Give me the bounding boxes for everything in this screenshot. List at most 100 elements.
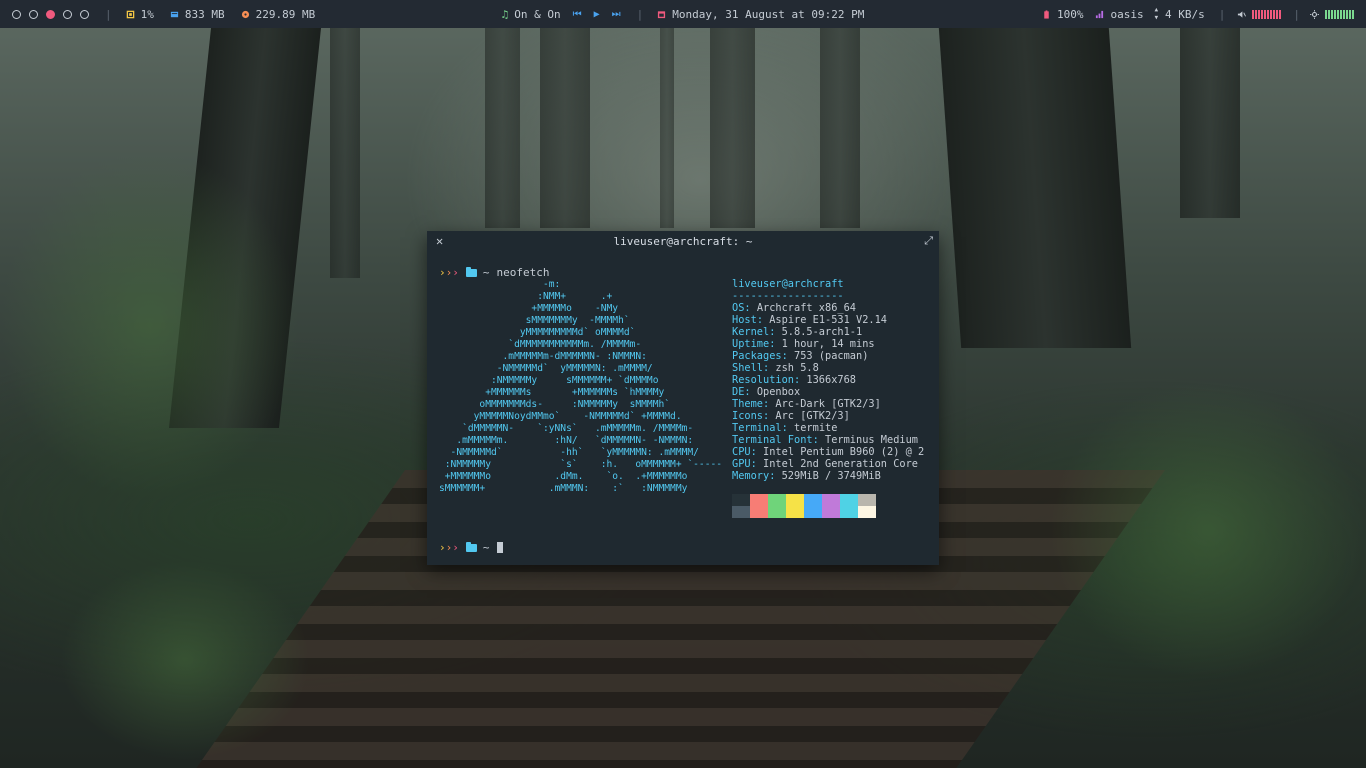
arch-ascii-logo: -m: :NMM+ .+ +MMMMMo -NMy sMMMMMMMy -MMM… — [439, 279, 722, 495]
volume-module[interactable] — [1237, 9, 1282, 19]
terminal-title: liveuser@archcraft: ~ — [613, 234, 753, 248]
battery-icon — [1044, 9, 1049, 19]
disk-icon — [241, 10, 249, 18]
ascii-line: yMMMMMMMMMd` oMMMMd` — [439, 327, 636, 338]
speaker-icon — [1238, 10, 1247, 18]
info-key: Resolution — [732, 374, 794, 386]
ascii-line: sMMMMMM+ .mMMMN: :` :NMMMMMy — [439, 483, 688, 494]
ascii-line: :NMM+ .+ — [439, 291, 613, 302]
info-value: 1366x768 — [806, 374, 857, 386]
cpu-icon — [126, 10, 134, 18]
previous-track-button[interactable]: ⏮ — [573, 9, 582, 20]
info-key: GPU — [732, 458, 751, 470]
info-value: 529MiB / 3749MiB — [781, 470, 881, 482]
disk-value: 229.89 MB — [255, 7, 316, 21]
info-row: Icons: Arc [GTK2/3] — [732, 410, 850, 422]
info-value: 753 (pacman) — [794, 350, 869, 362]
prompt-arrow-icon: › — [452, 266, 459, 279]
info-row: GPU: Intel 2nd Generation Core — [732, 458, 918, 470]
info-row: Kernel: 5.8.5-arch1-1 — [732, 326, 863, 338]
info-row: OS: Archcraft x86_64 — [732, 302, 857, 314]
brightness-icon — [1310, 9, 1319, 19]
color-swatch — [750, 506, 768, 518]
info-row: Resolution: 1366x768 — [732, 374, 857, 386]
color-swatch — [804, 506, 822, 518]
brightness-module[interactable] — [1310, 9, 1354, 19]
calendar-icon — [658, 10, 666, 18]
info-key: Uptime — [732, 338, 770, 350]
wifi-icon — [1096, 10, 1104, 18]
music-title: On & On — [514, 7, 561, 21]
workspace-3[interactable] — [46, 9, 55, 19]
color-swatch — [750, 494, 768, 506]
info-value: Aspire E1-531 V2.14 — [769, 314, 888, 326]
workspace-2[interactable] — [29, 9, 38, 19]
info-key: OS — [732, 302, 745, 314]
color-swatch — [732, 494, 750, 506]
terminal-window[interactable]: ✕ liveuser@archcraft: ~ ⤢ › › › ~ neofetch… — [427, 231, 939, 565]
info-key: Memory — [732, 470, 770, 482]
close-icon[interactable]: ✕ — [436, 234, 443, 248]
ascii-line: -m: — [439, 279, 561, 290]
info-row: CPU: Intel Pentium B960 (2) @ 2 — [732, 446, 925, 458]
music-note-icon: ♫ — [501, 7, 509, 21]
cpu-module: 1% — [126, 8, 154, 21]
separator: | — [105, 7, 112, 21]
next-track-button[interactable]: ⏭ — [612, 9, 621, 20]
info-key: DE — [732, 386, 745, 398]
network-speed-module: ▴ ▾ 4 KB/s — [1154, 6, 1205, 23]
ascii-line: +MMMMMo -NMy — [439, 303, 619, 314]
active-prompt-line[interactable]: › › › ~ — [439, 541, 503, 554]
color-palette — [732, 494, 876, 518]
ascii-line: -NMMMMMd` yMMMMMN: .mMMMM/ — [439, 363, 653, 374]
text-cursor[interactable] — [496, 542, 503, 553]
brightness-level-bar[interactable] — [1325, 9, 1354, 19]
info-value: termite — [794, 422, 838, 434]
terminal-titlebar[interactable]: ✕ liveuser@archcraft: ~ ⤢ — [427, 231, 939, 251]
ascii-line: `dMMMMMN- `:yNNs` .mMMMMMm. /MMMMm- — [439, 423, 694, 434]
info-row: Memory: 529MiB / 3749MiB — [732, 470, 881, 482]
prompt-arrow-icon: › — [439, 266, 446, 279]
info-user: liveuser@archcraft — [732, 278, 844, 290]
info-value: Archcraft x86_64 — [756, 302, 857, 314]
workspace-switcher — [0, 9, 89, 19]
color-swatch — [858, 494, 876, 506]
network-speed-value: 4 KB/s — [1165, 7, 1205, 21]
ascii-line: +MMMMMMo .dMm. `o. .+MMMMMMo — [439, 471, 688, 482]
music-module: ♫ On & On ⏮ ▶ ⏭ — [502, 8, 621, 21]
info-key: CPU — [732, 446, 751, 458]
info-value: 5.8.5-arch1-1 — [781, 326, 863, 338]
battery-module: 100% — [1042, 8, 1083, 21]
color-swatch — [732, 506, 750, 518]
memory-value: 833 MB — [184, 7, 225, 21]
info-row: Shell: zsh 5.8 — [732, 362, 819, 374]
maximize-icon[interactable]: ⤢ — [924, 234, 933, 248]
color-swatch — [840, 494, 858, 506]
color-swatch — [768, 494, 786, 506]
info-key: Kernel — [732, 326, 770, 338]
ascii-line: :NMMMMMy sMMMMMM+ `dMMMMo — [439, 375, 659, 386]
cpu-value: 1% — [140, 7, 154, 21]
workspace-1[interactable] — [12, 9, 21, 19]
workspace-5[interactable] — [80, 9, 89, 19]
ascii-line: `dMMMMMMMMMMMm. /MMMMm- — [439, 339, 642, 350]
prompt-arrow-icon: › — [445, 541, 453, 554]
ascii-line: sMMMMMMMy -MMMMh` — [439, 315, 630, 326]
color-swatch — [858, 506, 876, 518]
info-value: Terminus Medium — [825, 434, 918, 446]
info-key: Packages — [732, 350, 782, 362]
workspace-4[interactable] — [63, 9, 72, 19]
wifi-module[interactable]: oasis — [1095, 8, 1144, 21]
info-value: Intel 2nd Generation Core — [763, 458, 918, 470]
prompt-arrow-icon: › — [452, 541, 459, 554]
prompt-directory: ~ — [482, 266, 490, 279]
info-key: Terminal Font — [732, 434, 813, 446]
info-separator: ------------------ — [732, 290, 844, 302]
info-value: 1 hour, 14 mins — [781, 338, 875, 350]
volume-level-bar[interactable] — [1252, 9, 1282, 19]
info-row: Terminal: termite — [732, 422, 838, 434]
prompt-arrow-icon: › — [439, 541, 446, 554]
memory-module: 833 MB — [170, 8, 225, 21]
play-button[interactable]: ▶ — [594, 9, 600, 20]
color-swatch — [804, 494, 822, 506]
